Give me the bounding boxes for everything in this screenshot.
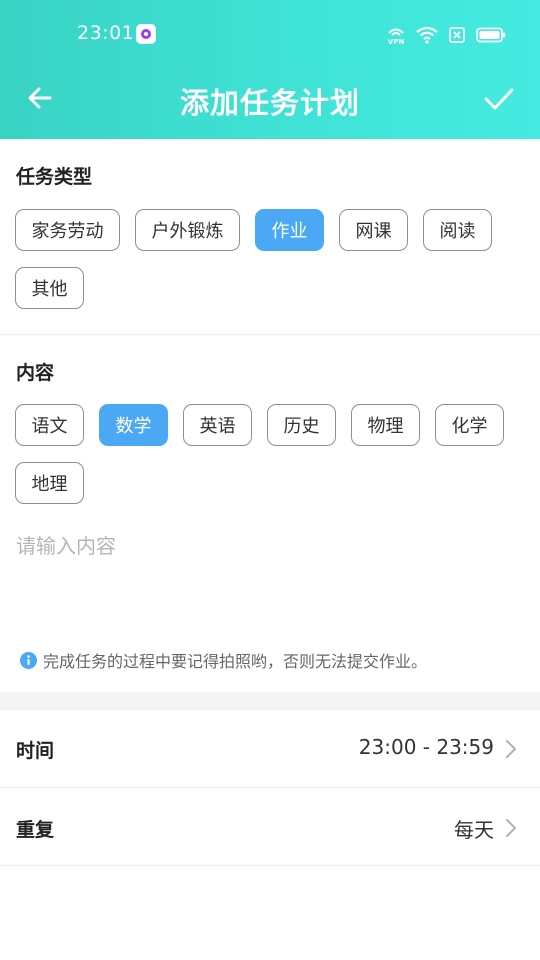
chip-task-type-3[interactable]: 网课 [339,209,408,251]
info-icon [20,651,37,669]
chip-task-type-2[interactable]: 作业 [255,209,324,251]
nav-bar: 添加任务计划 [0,68,540,130]
chip-content-1[interactable]: 数学 [99,404,168,446]
status-time: 23:01 [77,22,135,44]
chip-content-6[interactable]: 地理 [15,462,84,504]
tip-text: 完成任务的过程中要记得拍照哟，否则无法提交作业。 [43,652,428,671]
repeat-value: 每天 [454,818,494,842]
chip-content-2[interactable]: 英语 [183,404,252,446]
chevron-right-icon [506,819,516,837]
repeat-row[interactable]: 重复 每天 [0,789,540,867]
app-notification-icon [136,24,156,44]
chevron-right-icon [506,740,516,758]
chip-content-3[interactable]: 历史 [267,404,336,446]
check-icon [484,88,514,110]
time-label: 时间 [16,740,55,762]
confirm-button[interactable] [480,80,518,118]
tip-row: 完成任务的过程中要记得拍照哟，否则无法提交作业。 [20,648,427,672]
wifi-icon [416,26,438,44]
time-value: 23:00 - 23:59 [358,735,494,759]
content-input[interactable] [16,530,524,620]
content-chips: 语文 数学 英语 历史 物理 化学 地理 [15,404,525,504]
task-type-chips: 家务劳动 户外锻炼 作业 网课 阅读 其他 [15,209,525,309]
vpn-icon: VPN [386,25,406,45]
content-title: 内容 [16,362,55,384]
chip-task-type-4[interactable]: 阅读 [423,209,492,251]
time-row[interactable]: 时间 23:00 - 23:59 [0,710,540,788]
row-divider [0,865,540,866]
chip-task-type-5[interactable]: 其他 [15,267,84,309]
chip-content-4[interactable]: 物理 [351,404,420,446]
status-bar: 23:01 VPN [0,0,540,68]
section-divider [0,334,540,335]
repeat-label: 重复 [16,819,55,841]
page-title: 添加任务计划 [179,86,360,120]
chip-content-5[interactable]: 化学 [435,404,504,446]
app-header: 23:01 VPN 添加任务计划 [0,0,540,139]
row-divider [0,787,540,788]
status-icons: VPN [386,24,506,46]
chip-task-type-0[interactable]: 家务劳动 [15,209,120,251]
battery-icon [476,27,506,43]
chip-content-0[interactable]: 语文 [15,404,84,446]
task-type-title: 任务类型 [16,166,93,188]
chip-task-type-1[interactable]: 户外锻炼 [135,209,240,251]
sim-off-icon [448,26,466,44]
svg-text:VPN: VPN [388,38,405,45]
section-spacer [0,692,540,710]
